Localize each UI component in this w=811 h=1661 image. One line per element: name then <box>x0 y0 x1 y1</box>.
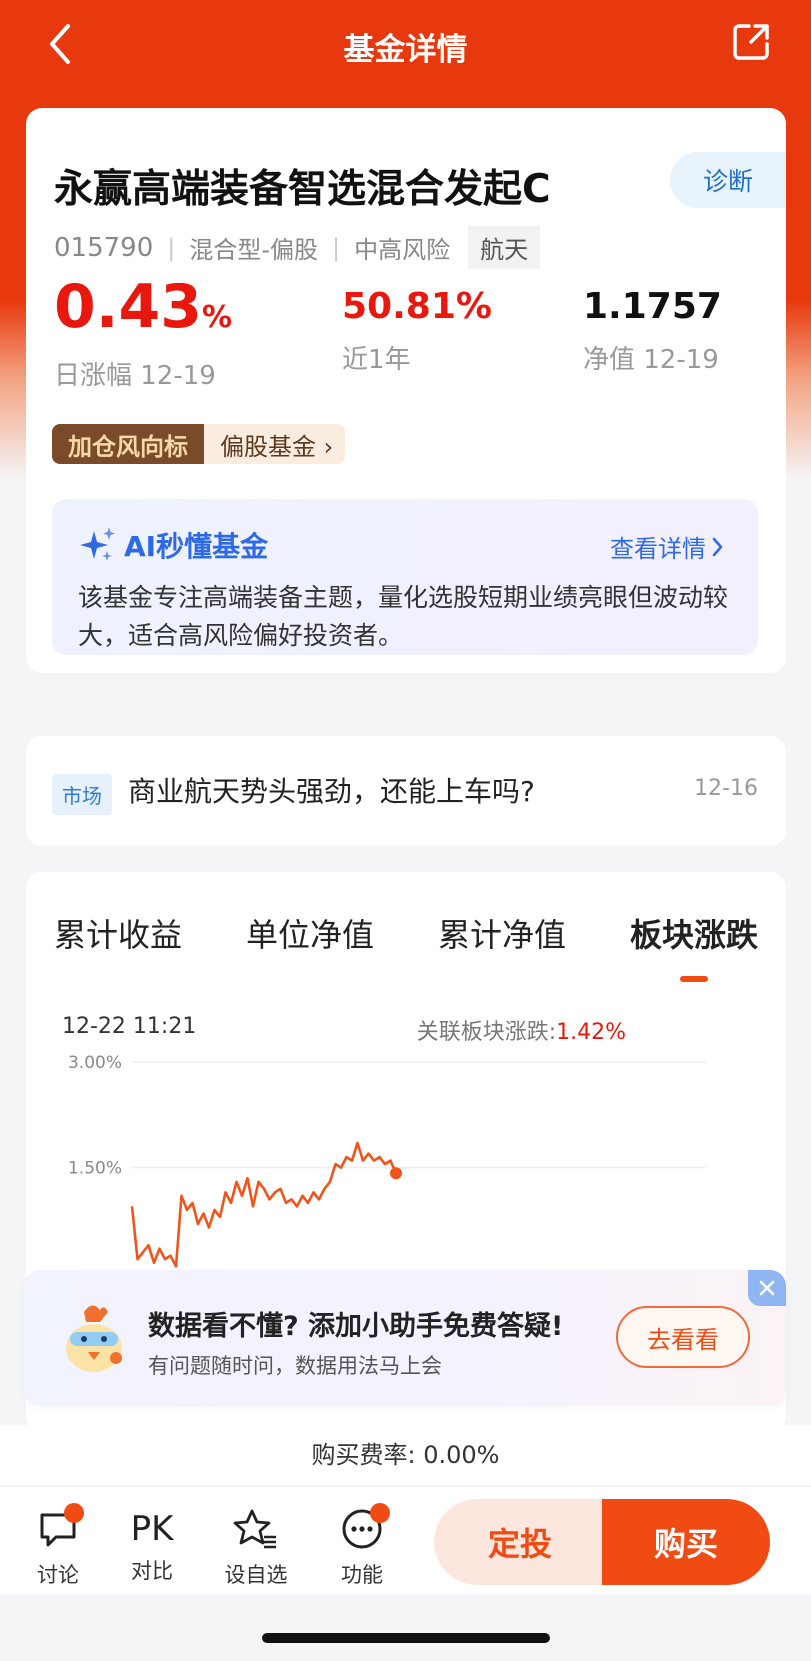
share-icon[interactable] <box>729 20 773 64</box>
notification-dot <box>64 1503 84 1523</box>
fund-code: 015790 <box>54 232 154 263</box>
fund-name: 永赢高端装备智选混合发起C <box>54 167 551 212</box>
divider: | <box>167 233 176 262</box>
diagnose-button[interactable]: 诊断 <box>670 152 786 208</box>
promo-subtitle: 有问题随时问，数据用法马上会 <box>148 1354 442 1378</box>
tab-cumulative-return[interactable]: 累计收益 <box>54 910 182 956</box>
chart-time: 12-22 11:21 <box>62 1014 197 1039</box>
y-tick-label: 3.00% <box>68 1053 122 1073</box>
nav-stat: 1.1757 净值 12-19 <box>583 286 722 376</box>
news-title: 商业航天势头强劲，还能上车吗? <box>128 775 535 808</box>
promo-title: 数据看不懂? 添加小助手免费答疑! <box>148 1311 564 1342</box>
badge-right: 偏股基金 › <box>204 424 346 464</box>
ai-summary-card: AI秒懂基金 查看详情 该基金专注高端装备主题，量化选股短期业绩亮眼但波动较大，… <box>26 473 786 673</box>
sparkle-icon <box>80 527 115 561</box>
daily-change-label: 日涨幅 12-19 <box>54 361 216 391</box>
y-tick-label: 1.50% <box>68 1159 122 1179</box>
compare-button[interactable]: PK 对比 <box>112 1507 192 1585</box>
tab-sector-change[interactable]: 板块涨跌 <box>630 910 758 982</box>
news-tag: 市场 <box>52 774 112 815</box>
add-watchlist-button[interactable]: 设自选 <box>216 1507 296 1589</box>
discuss-button[interactable]: 讨论 <box>18 1503 98 1589</box>
badge-left: 加仓风向标 <box>52 424 204 464</box>
nav-bar: 基金详情 <box>0 0 811 90</box>
nav-label: 净值 12-19 <box>583 345 719 375</box>
bottom-action-bar: 讨论 PK 对比 设自选 功能 定投 购买 <box>0 1486 811 1594</box>
ai-more-link[interactable]: 查看详情 <box>610 529 728 564</box>
year-return-stat: 50.81% 近1年 <box>342 286 492 376</box>
related-sector-change: 关联板块涨跌:1.42% <box>416 1020 626 1045</box>
active-tab-indicator <box>679 976 708 982</box>
home-indicator <box>262 1633 550 1643</box>
series-line <box>130 1141 398 1268</box>
buy-button[interactable]: 购买 <box>602 1499 770 1585</box>
ai-summary-box[interactable]: AI秒懂基金 查看详情 该基金专注高端装备主题，量化选股短期业绩亮眼但波动较大，… <box>52 499 758 655</box>
star-list-icon <box>233 1509 276 1549</box>
mascot-icon <box>66 1305 122 1372</box>
chevron-right-icon <box>712 537 723 556</box>
fund-summary-card: 永赢高端装备智选混合发起C 诊断 015790 | 混合型-偏股 | 中高风险 … <box>26 108 786 498</box>
pk-icon: PK <box>130 1509 174 1549</box>
notification-dot <box>370 1503 390 1523</box>
fund-category: 混合型-偏股 <box>189 236 319 264</box>
ai-description: 该基金专注高端装备主题，量化选股短期业绩亮眼但波动较大，适合高风险偏好投资者。 <box>78 583 729 650</box>
news-card[interactable]: 市场 商业航天势头强劲，还能上车吗? 12-16 <box>26 736 786 846</box>
divider: | <box>332 233 341 262</box>
close-button[interactable] <box>748 1270 786 1306</box>
tab-unit-nav[interactable]: 单位净值 <box>246 910 374 956</box>
assistant-promo-banner[interactable]: 数据看不懂? 添加小助手免费答疑! 有问题随时问，数据用法马上会 去看看 <box>24 1270 786 1406</box>
news-date: 12-16 <box>694 776 758 801</box>
daily-change-value: 0.43% <box>54 272 233 342</box>
purchase-fee: 购买费率: 0.00% <box>0 1425 811 1485</box>
current-point <box>390 1167 402 1180</box>
more-functions-button[interactable]: 功能 <box>322 1503 402 1589</box>
fund-risk: 中高风险 <box>354 236 451 264</box>
close-icon <box>759 1280 775 1296</box>
daily-change-stat: 0.43% 日涨幅 12-19 <box>54 276 232 392</box>
tab-cumulative-nav[interactable]: 累计净值 <box>438 910 566 956</box>
nav-value: 1.1757 <box>583 286 722 327</box>
indicator-badge[interactable]: 加仓风向标 偏股基金 › <box>52 424 346 464</box>
chart-tabs: 累计收益 单位净值 累计净值 板块涨跌 <box>54 910 758 982</box>
fund-meta: 015790 | 混合型-偏股 | 中高风险 航天 <box>54 226 541 269</box>
year-return-label: 近1年 <box>342 345 411 375</box>
page-title: 基金详情 <box>343 32 468 68</box>
sector-tag[interactable]: 航天 <box>468 226 541 269</box>
year-return-value: 50.81% <box>342 286 492 327</box>
ai-title: AI秒懂基金 <box>78 525 268 565</box>
sip-button[interactable]: 定投 <box>434 1499 606 1585</box>
promo-go-button[interactable]: 去看看 <box>616 1306 750 1368</box>
